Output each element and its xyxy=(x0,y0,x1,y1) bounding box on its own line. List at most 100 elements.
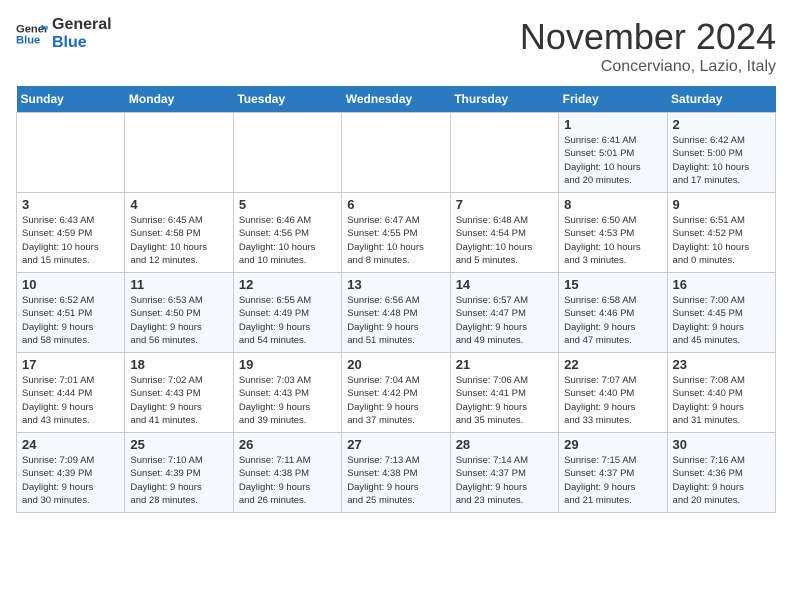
logo-icon: General Blue xyxy=(16,18,48,50)
calendar-cell: 28 Sunrise: 7:14 AM Sunset: 4:37 PM Dayli… xyxy=(450,433,558,513)
day-number: 12 xyxy=(239,277,336,292)
day-info: Sunrise: 6:53 AM Sunset: 4:50 PM Dayligh… xyxy=(130,294,227,347)
svg-text:General: General xyxy=(16,23,48,35)
day-number: 8 xyxy=(564,197,661,212)
calendar-cell: 4Sunrise: 6:45 AM Sunset: 4:58 PM Daylig… xyxy=(125,193,233,273)
calendar-cell: 9Sunrise: 6:51 AM Sunset: 4:52 PM Daylig… xyxy=(667,193,775,273)
calendar-header-row: SundayMondayTuesdayWednesdayThursdayFrid… xyxy=(17,86,776,113)
day-info: Sunrise: 7:11 AM Sunset: 4:38 PM Dayligh… xyxy=(239,454,336,507)
day-info: Sunrise: 7:06 AM Sunset: 4:41 PM Dayligh… xyxy=(456,374,553,427)
calendar-cell xyxy=(450,113,558,193)
calendar-cell: 21 Sunrise: 7:06 AM Sunset: 4:41 PM Dayli… xyxy=(450,353,558,433)
calendar-cell: 2Sunrise: 6:42 AM Sunset: 5:00 PM Daylig… xyxy=(667,113,775,193)
calendar-cell: 22Sunrise: 7:07 AM Sunset: 4:40 PM Dayli… xyxy=(559,353,667,433)
calendar-cell xyxy=(233,113,341,193)
day-info: Sunrise: 7:07 AM Sunset: 4:40 PM Dayligh… xyxy=(564,374,661,427)
day-number: 25 xyxy=(130,437,227,452)
day-info: Sunrise: 6:56 AM Sunset: 4:48 PM Dayligh… xyxy=(347,294,444,347)
calendar-cell: 27 Sunrise: 7:13 AM Sunset: 4:38 PM Dayli… xyxy=(342,433,450,513)
day-info: Sunrise: 6:50 AM Sunset: 4:53 PM Dayligh… xyxy=(564,214,661,267)
calendar-week-row: 1 Sunrise: 6:41 AM Sunset: 5:01 PM Daylig… xyxy=(17,113,776,193)
day-number: 18 xyxy=(130,357,227,372)
day-number: 26 xyxy=(239,437,336,452)
calendar-week-row: 17 Sunrise: 7:01 AM Sunset: 4:44 PM Dayli… xyxy=(17,353,776,433)
day-number: 29 xyxy=(564,437,661,452)
calendar-cell: 14 Sunrise: 6:57 AM Sunset: 4:47 PM Dayli… xyxy=(450,273,558,353)
day-number: 13 xyxy=(347,277,444,292)
calendar-table: SundayMondayTuesdayWednesdayThursdayFrid… xyxy=(16,86,776,513)
calendar-cell: 30 Sunrise: 7:16 AM Sunset: 4:36 PM Dayli… xyxy=(667,433,775,513)
day-number: 19 xyxy=(239,357,336,372)
month-title: November 2024 xyxy=(520,16,776,58)
day-info: Sunrise: 6:48 AM Sunset: 4:54 PM Dayligh… xyxy=(456,214,553,267)
calendar-cell xyxy=(125,113,233,193)
day-header-wednesday: Wednesday xyxy=(342,86,450,113)
day-info: Sunrise: 7:16 AM Sunset: 4:36 PM Dayligh… xyxy=(673,454,770,507)
day-number: 7 xyxy=(456,197,553,212)
logo: General Blue GeneralBlue xyxy=(16,16,112,52)
calendar-cell: 24Sunrise: 7:09 AM Sunset: 4:39 PM Dayli… xyxy=(17,433,125,513)
calendar-cell: 3 Sunrise: 6:43 AM Sunset: 4:59 PM Daylig… xyxy=(17,193,125,273)
calendar-week-row: 10 Sunrise: 6:52 AM Sunset: 4:51 PM Dayli… xyxy=(17,273,776,353)
svg-text:Blue: Blue xyxy=(16,35,40,47)
calendar-week-row: 3 Sunrise: 6:43 AM Sunset: 4:59 PM Daylig… xyxy=(17,193,776,273)
day-number: 5 xyxy=(239,197,336,212)
calendar-cell: 20 Sunrise: 7:04 AM Sunset: 4:42 PM Dayli… xyxy=(342,353,450,433)
calendar-cell: 11 Sunrise: 6:53 AM Sunset: 4:50 PM Dayli… xyxy=(125,273,233,353)
day-number: 27 xyxy=(347,437,444,452)
calendar-cell: 15Sunrise: 6:58 AM Sunset: 4:46 PM Dayli… xyxy=(559,273,667,353)
day-info: Sunrise: 7:08 AM Sunset: 4:40 PM Dayligh… xyxy=(673,374,770,427)
calendar-cell xyxy=(17,113,125,193)
day-info: Sunrise: 6:43 AM Sunset: 4:59 PM Dayligh… xyxy=(22,214,119,267)
day-info: Sunrise: 7:10 AM Sunset: 4:39 PM Dayligh… xyxy=(130,454,227,507)
calendar-cell: 5 Sunrise: 6:46 AM Sunset: 4:56 PM Daylig… xyxy=(233,193,341,273)
day-header-saturday: Saturday xyxy=(667,86,775,113)
day-info: Sunrise: 7:00 AM Sunset: 4:45 PM Dayligh… xyxy=(673,294,770,347)
calendar-cell: 26 Sunrise: 7:11 AM Sunset: 4:38 PM Dayli… xyxy=(233,433,341,513)
title-area: November 2024 Concerviano, Lazio, Italy xyxy=(520,16,776,76)
calendar-cell: 13 Sunrise: 6:56 AM Sunset: 4:48 PM Dayli… xyxy=(342,273,450,353)
calendar-cell xyxy=(342,113,450,193)
day-number: 1 xyxy=(564,117,661,132)
calendar-cell: 8 Sunrise: 6:50 AM Sunset: 4:53 PM Daylig… xyxy=(559,193,667,273)
day-number: 28 xyxy=(456,437,553,452)
calendar-cell: 6 Sunrise: 6:47 AM Sunset: 4:55 PM Daylig… xyxy=(342,193,450,273)
logo-text: GeneralBlue xyxy=(52,16,112,52)
day-info: Sunrise: 7:13 AM Sunset: 4:38 PM Dayligh… xyxy=(347,454,444,507)
day-info: Sunrise: 7:01 AM Sunset: 4:44 PM Dayligh… xyxy=(22,374,119,427)
calendar-cell: 16Sunrise: 7:00 AM Sunset: 4:45 PM Dayli… xyxy=(667,273,775,353)
day-number: 14 xyxy=(456,277,553,292)
day-info: Sunrise: 7:14 AM Sunset: 4:37 PM Dayligh… xyxy=(456,454,553,507)
day-header-tuesday: Tuesday xyxy=(233,86,341,113)
day-info: Sunrise: 6:47 AM Sunset: 4:55 PM Dayligh… xyxy=(347,214,444,267)
day-info: Sunrise: 6:45 AM Sunset: 4:58 PM Dayligh… xyxy=(130,214,227,267)
day-number: 11 xyxy=(130,277,227,292)
day-number: 20 xyxy=(347,357,444,372)
day-number: 9 xyxy=(673,197,770,212)
calendar-cell: 7 Sunrise: 6:48 AM Sunset: 4:54 PM Daylig… xyxy=(450,193,558,273)
day-header-friday: Friday xyxy=(559,86,667,113)
day-number: 30 xyxy=(673,437,770,452)
day-info: Sunrise: 6:52 AM Sunset: 4:51 PM Dayligh… xyxy=(22,294,119,347)
day-header-sunday: Sunday xyxy=(17,86,125,113)
day-number: 10 xyxy=(22,277,119,292)
day-header-monday: Monday xyxy=(125,86,233,113)
calendar-cell: 29 Sunrise: 7:15 AM Sunset: 4:37 PM Dayli… xyxy=(559,433,667,513)
day-number: 3 xyxy=(22,197,119,212)
day-info: Sunrise: 7:15 AM Sunset: 4:37 PM Dayligh… xyxy=(564,454,661,507)
day-number: 15 xyxy=(564,277,661,292)
day-info: Sunrise: 6:41 AM Sunset: 5:01 PM Dayligh… xyxy=(564,134,661,187)
day-info: Sunrise: 7:04 AM Sunset: 4:42 PM Dayligh… xyxy=(347,374,444,427)
day-info: Sunrise: 6:46 AM Sunset: 4:56 PM Dayligh… xyxy=(239,214,336,267)
day-number: 21 xyxy=(456,357,553,372)
calendar-cell: 23 Sunrise: 7:08 AM Sunset: 4:40 PM Dayli… xyxy=(667,353,775,433)
day-number: 24 xyxy=(22,437,119,452)
day-number: 23 xyxy=(673,357,770,372)
day-number: 17 xyxy=(22,357,119,372)
calendar-cell: 18Sunrise: 7:02 AM Sunset: 4:43 PM Dayli… xyxy=(125,353,233,433)
calendar-cell: 1 Sunrise: 6:41 AM Sunset: 5:01 PM Daylig… xyxy=(559,113,667,193)
page-header: General Blue GeneralBlue November 2024 C… xyxy=(16,16,776,76)
day-number: 6 xyxy=(347,197,444,212)
calendar-week-row: 24Sunrise: 7:09 AM Sunset: 4:39 PM Dayli… xyxy=(17,433,776,513)
day-info: Sunrise: 6:57 AM Sunset: 4:47 PM Dayligh… xyxy=(456,294,553,347)
